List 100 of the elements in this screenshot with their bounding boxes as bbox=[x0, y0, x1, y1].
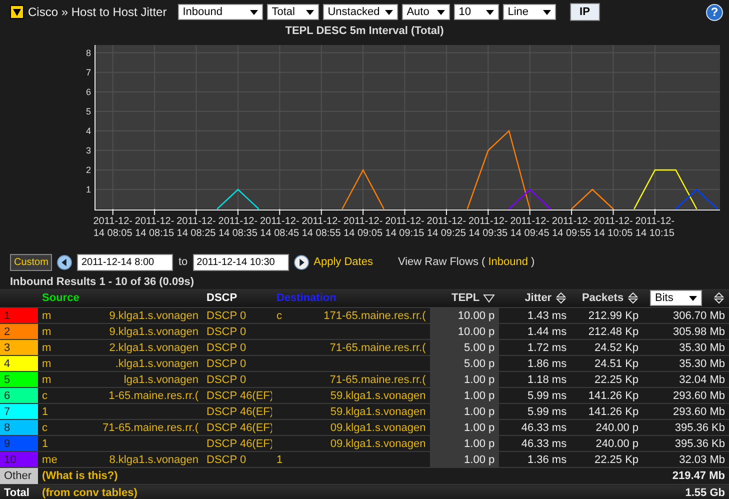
host-text: 1 bbox=[42, 438, 48, 450]
ip-button[interactable]: IP bbox=[570, 3, 600, 21]
inbound-link[interactable]: Inbound bbox=[488, 256, 528, 268]
host-text: 71-65.maine.res.rr.( bbox=[330, 374, 426, 386]
row-number: 8 bbox=[0, 420, 38, 436]
host-text: m bbox=[42, 358, 52, 370]
total-label: Total bbox=[0, 484, 38, 499]
row-number: 5 bbox=[0, 372, 38, 388]
host-text: m bbox=[42, 342, 52, 354]
table-cell: 5.99 ms bbox=[498, 388, 571, 404]
host-text: lga1.s.vonagen bbox=[124, 374, 199, 386]
table-cell: DSCP 0 bbox=[202, 356, 272, 372]
row-number: 6 bbox=[0, 388, 38, 404]
host-text: 9.klga1.s.vonagen bbox=[109, 310, 199, 322]
table-cell: 1.86 ms bbox=[498, 356, 571, 372]
table-cell: 1.44 ms bbox=[498, 324, 571, 340]
raw-flows-text: View Raw Flows ( Inbound ) bbox=[398, 256, 535, 268]
table-cell: 10.00 p bbox=[430, 324, 499, 340]
host-text: m bbox=[42, 310, 52, 322]
dropdown[interactable]: Auto bbox=[402, 4, 450, 20]
host-text: 59.klga1.s.vonagen bbox=[330, 390, 426, 402]
table-cell: DSCP 46(EF) bbox=[202, 404, 272, 420]
host-text: m bbox=[42, 326, 52, 338]
table-cell: 35.30 Mb bbox=[642, 356, 729, 372]
help-icon[interactable]: ? bbox=[706, 4, 723, 20]
table-cell: 1.72 ms bbox=[498, 340, 571, 356]
row-number: 9 bbox=[0, 436, 38, 452]
dropdown[interactable]: Line bbox=[502, 4, 556, 20]
table-cell: DSCP 0 bbox=[202, 372, 272, 388]
host-text: 09.klga1.s.vonagen bbox=[330, 422, 426, 434]
host-text: c bbox=[276, 310, 282, 322]
row-number: 1 bbox=[0, 308, 38, 324]
dropdown[interactable]: Total bbox=[266, 4, 319, 20]
row-number: 4 bbox=[0, 356, 38, 372]
table-cell: 46.33 ms bbox=[498, 436, 571, 452]
results-title: Inbound Results 1 - 10 of 36 (0.09s) bbox=[9, 275, 195, 289]
host-text: 9.klga1.s.vonagen bbox=[109, 326, 199, 338]
host-text: 1 bbox=[276, 454, 283, 466]
table-cell: 22.25 Kp bbox=[570, 372, 643, 388]
table-cell: 1.00 p bbox=[430, 436, 499, 452]
table-cell: 240.00 p bbox=[570, 436, 643, 452]
table-cell: 1.18 ms bbox=[498, 372, 571, 388]
chart-title: TEPL DESC 5m Interval (Total) bbox=[284, 25, 445, 39]
table-cell: 395.36 Kb bbox=[642, 420, 729, 436]
column-header[interactable]: Source bbox=[42, 292, 80, 304]
table-cell: 5.99 ms bbox=[498, 404, 571, 420]
table-cell: 1.00 p bbox=[430, 452, 499, 468]
apply-dates-link[interactable]: Apply Dates bbox=[314, 256, 373, 268]
date-field[interactable]: 2011-12-14 8:00 bbox=[77, 254, 174, 270]
axis-tick-label: 3 bbox=[86, 145, 91, 156]
table-cell: 1.00 p bbox=[430, 388, 499, 404]
dropdown[interactable]: Unstacked bbox=[322, 4, 398, 20]
table-cell: DSCP 0 bbox=[202, 308, 272, 324]
table-cell: DSCP 46(EF) bbox=[202, 420, 272, 436]
table-cell: 32.04 Mb bbox=[642, 372, 729, 388]
table-cell: 32.03 Mb bbox=[642, 452, 729, 468]
table-cell: DSCP 0 bbox=[202, 340, 272, 356]
table-cell: 22.25 Kp bbox=[570, 452, 643, 468]
host-text: .klga1.s.vonagen bbox=[115, 358, 199, 370]
table-cell: 293.60 Mb bbox=[642, 388, 729, 404]
axis-tick-label: 6 bbox=[86, 86, 91, 97]
collapse-toggle-icon[interactable] bbox=[10, 5, 24, 19]
units-dropdown[interactable]: Bits bbox=[650, 290, 702, 306]
host-text: c bbox=[42, 390, 48, 402]
table-cell: 305.98 Mb bbox=[642, 324, 729, 340]
caret-icon bbox=[436, 10, 445, 14]
table-cell: 141.26 Kp bbox=[570, 388, 643, 404]
table-cell: 1.36 ms bbox=[498, 452, 571, 468]
caret-icon bbox=[384, 10, 393, 14]
host-text: 2.klga1.s.vonagen bbox=[109, 342, 199, 354]
table-cell: 46.33 ms bbox=[498, 420, 571, 436]
caret-icon bbox=[486, 10, 494, 14]
host-text: 71-65.maine.res.rr.( bbox=[330, 342, 426, 354]
table-cell: 141.26 Kp bbox=[570, 404, 643, 420]
table-cell: DSCP 0 bbox=[202, 324, 272, 340]
table-cell: 293.60 Mb bbox=[642, 404, 729, 420]
sort-down-icon[interactable] bbox=[482, 292, 495, 304]
dropdown[interactable]: Inbound bbox=[178, 4, 263, 20]
sort-icon[interactable] bbox=[626, 292, 639, 304]
row-number: 3 bbox=[0, 340, 38, 356]
table-cell: DSCP 46(EF) bbox=[202, 388, 272, 404]
host-text: me bbox=[42, 454, 58, 466]
sort-icon[interactable] bbox=[554, 292, 567, 304]
table-cell: 1.43 ms bbox=[498, 308, 571, 324]
table-cell: 1.00 p bbox=[430, 372, 499, 388]
row-number: 7 bbox=[0, 404, 38, 420]
caret-icon bbox=[306, 10, 314, 14]
host-text: 1 bbox=[42, 406, 48, 418]
axis-tick-label: 1 bbox=[86, 184, 91, 194]
caret-icon bbox=[689, 296, 697, 300]
table-cell: 1.00 p bbox=[430, 420, 499, 436]
custom-button[interactable]: Custom bbox=[10, 254, 52, 270]
row-number: 2 bbox=[0, 324, 38, 340]
date-field[interactable]: 2011-12-14 10:30 bbox=[192, 254, 289, 270]
sort-icon[interactable] bbox=[713, 292, 725, 304]
table-cell: 212.99 Kp bbox=[570, 308, 643, 324]
host-text: 8.klga1.s.vonagen bbox=[109, 454, 199, 466]
to-label: to bbox=[178, 256, 188, 268]
dropdown[interactable]: 10 bbox=[454, 4, 499, 20]
help-link[interactable]: (What is this?) bbox=[42, 470, 118, 482]
